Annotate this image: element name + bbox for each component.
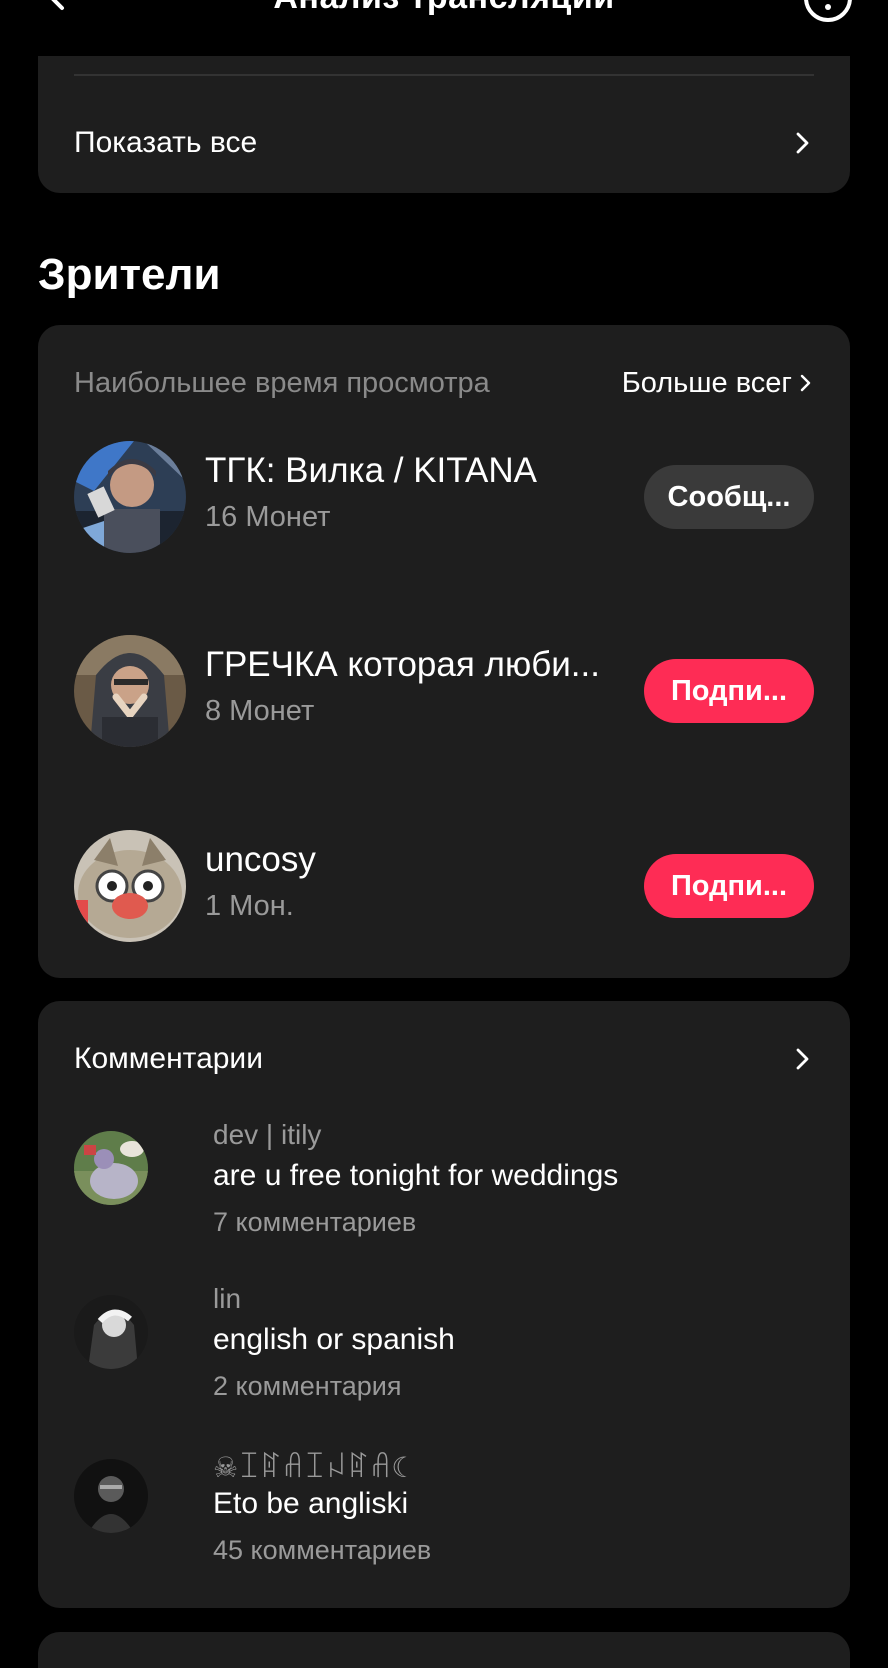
viewer-coins: 1 Мон. xyxy=(205,890,294,922)
comments-card: Комментарии dev | itily are u free tonig… xyxy=(38,1001,850,1608)
avatar[interactable] xyxy=(74,1295,148,1369)
viewer-name: ТГК: Вилка / KITANA xyxy=(205,451,538,490)
viewer-row[interactable]: uncosy 1 Мон. Подпи... xyxy=(74,830,814,942)
viewers-subtitle: Наибольшее время просмотра xyxy=(74,366,490,399)
avatar[interactable] xyxy=(74,635,186,747)
comment-item[interactable]: dev | itily are u free tonight for weddi… xyxy=(74,1119,814,1249)
avatar[interactable] xyxy=(74,1131,148,1205)
comment-text: Eto be angliski xyxy=(213,1487,409,1520)
next-card xyxy=(38,1632,850,1668)
message-button[interactable]: Сообщ... xyxy=(644,465,814,529)
summary-card: Показать все xyxy=(38,56,850,193)
viewer-row[interactable]: ГРЕЧКА которая люби... 8 Монет Подпи... xyxy=(74,635,814,747)
viewer-coins: 16 Монет xyxy=(205,501,331,533)
viewers-sort-label: Больше всег xyxy=(621,366,792,399)
chevron-right-icon xyxy=(790,1047,814,1071)
divider xyxy=(74,74,814,76)
viewer-coins: 8 Монет xyxy=(205,695,315,727)
follow-button[interactable]: Подпи... xyxy=(644,659,814,723)
avatar[interactable] xyxy=(74,441,186,553)
follow-button[interactable]: Подпи... xyxy=(644,854,814,918)
viewers-card: Наибольшее время просмотра Больше всег Т… xyxy=(38,325,850,978)
comment-item[interactable]: lin english or spanish 2 комментария xyxy=(74,1283,814,1413)
comment-username: ☠ꀤꍏꋬꀤꈤꍏꋬ☾ xyxy=(213,1452,417,1483)
viewer-row[interactable]: ТГК: Вилка / KITANA 16 Монет Сообщ... xyxy=(74,441,814,553)
info-button[interactable] xyxy=(802,0,854,24)
comment-item[interactable]: ☠ꀤꍏꋬꀤꈤꍏꋬ☾ Eto be angliski 45 комментарие… xyxy=(74,1447,814,1577)
show-all-row[interactable]: Показать все xyxy=(74,116,814,170)
viewers-header: Наибольшее время просмотра Больше всег xyxy=(74,363,814,403)
avatar[interactable] xyxy=(74,830,186,942)
comment-username: dev | itily xyxy=(213,1119,322,1150)
page-title: Анализ трансляции xyxy=(0,0,888,17)
comment-count: 45 комментариев xyxy=(213,1535,432,1565)
info-icon xyxy=(804,0,852,22)
comments-title: Комментарии xyxy=(74,1042,263,1075)
comment-count: 2 комментария xyxy=(213,1371,402,1401)
live-analysis-screen: Анализ трансляции Показать все Зрители Н… xyxy=(0,0,888,1668)
viewers-section-title: Зрители xyxy=(38,250,221,299)
viewer-name: uncosy xyxy=(205,840,316,879)
comment-username: lin xyxy=(213,1283,242,1314)
chevron-right-icon xyxy=(790,131,814,155)
chevron-right-icon xyxy=(796,374,814,392)
avatar[interactable] xyxy=(74,1459,148,1533)
comment-text: are u free tonight for weddings xyxy=(213,1159,619,1192)
viewer-name: ГРЕЧКА которая люби... xyxy=(205,645,600,684)
viewers-sort-selector[interactable]: Больше всег xyxy=(622,367,814,400)
comment-count: 7 комментариев xyxy=(213,1207,417,1237)
show-all-label: Показать все xyxy=(74,126,258,159)
header: Анализ трансляции xyxy=(0,0,888,56)
comments-header[interactable]: Комментарии xyxy=(74,1037,814,1081)
comment-text: english or spanish xyxy=(213,1323,455,1356)
